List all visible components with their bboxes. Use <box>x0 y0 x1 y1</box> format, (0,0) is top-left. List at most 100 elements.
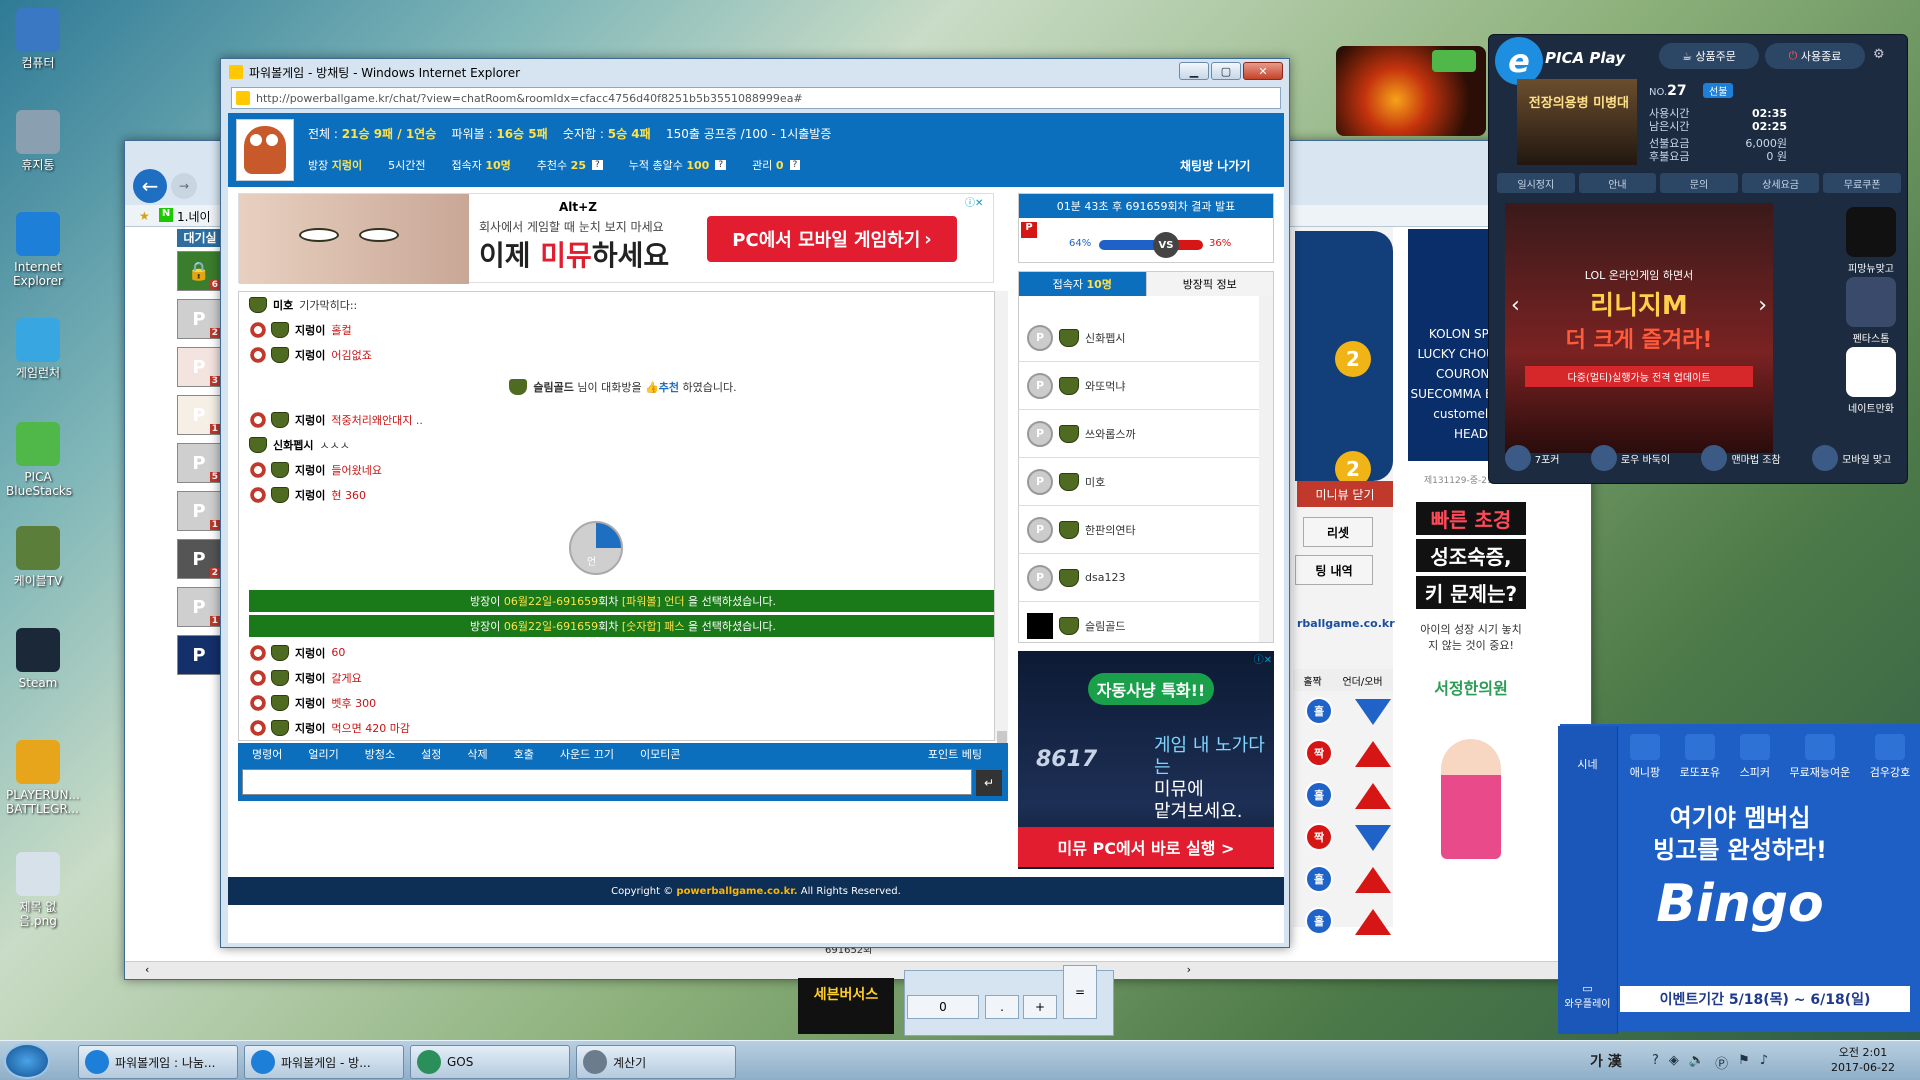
pica-nav-4[interactable]: 무료쿠폰 <box>1823 173 1901 193</box>
clock[interactable]: 오전 2:01 2017-06-22 <box>1818 1045 1908 1075</box>
shortcut-1[interactable]: 로또포유 <box>1680 734 1720 784</box>
desktop-recycle-bin-shortcut[interactable]: 휴지통 <box>6 110 70 172</box>
chat-username[interactable]: 미호 <box>273 297 293 313</box>
pc-mobile-game-button[interactable]: PC에서 모바일 게임하기 › <box>707 216 957 262</box>
run-on-pc-button[interactable]: 미뮤 PC에서 바로 실행 > <box>1018 827 1274 867</box>
chat-username[interactable]: 지렁이 <box>295 322 325 338</box>
room-tile[interactable]: P <box>177 635 221 675</box>
calc-key-plus[interactable]: + <box>1023 995 1057 1019</box>
pica-tray-icon[interactable]: Ⓟ <box>1715 1053 1728 1072</box>
powerball-chat-popup[interactable]: 파워볼게임 - 방채팅 - Windows Internet Explorer … <box>220 58 1290 948</box>
room-tile[interactable]: P2 <box>177 539 221 579</box>
help-icon[interactable]: ? <box>789 160 801 170</box>
user-list-item[interactable]: P 한판의연타 <box>1019 506 1273 554</box>
calculator-window[interactable]: 0 . + = <box>904 965 1114 1036</box>
taskbar-item[interactable]: GOS <box>410 1045 570 1079</box>
shortcut-4[interactable]: 검우강호 <box>1870 734 1910 784</box>
user-list-item[interactable]: P 와또먹냐 <box>1019 362 1273 410</box>
site-link[interactable]: rballgame.co.kr <box>1297 617 1395 630</box>
pica-nav-3[interactable]: 상세요금 <box>1741 173 1820 193</box>
chevron-right-icon[interactable]: › <box>1758 293 1767 318</box>
chat-messages[interactable]: 미호 기가막히다:: 지렁이 홀컬 지렁이 어김없죠 슬림골드 님이 대화방을 👍 추천 하… <box>238 291 1008 741</box>
maximize-button[interactable]: ▢ <box>1211 62 1241 80</box>
mimu-bottom-ad[interactable]: 자동사냥 특화!! 8617 게임 내 노가다는 미뮤에 맡겨보세요. 미뮤 P… <box>1018 651 1274 869</box>
chat-menu-item[interactable]: 이모티콘 <box>640 746 680 762</box>
pica-game-0[interactable]: 7포커 <box>1504 445 1559 471</box>
chat-username[interactable]: 지렁이 <box>295 720 325 736</box>
chat-scrollbar[interactable] <box>994 291 1008 801</box>
room-tile[interactable]: P1 <box>177 587 221 627</box>
chevron-left-icon[interactable]: ‹ <box>1511 293 1520 318</box>
gear-icon[interactable]: ⚙ <box>1873 47 1885 62</box>
user-list-item[interactable]: P 쓰와롭스까 <box>1019 410 1273 458</box>
volume-icon[interactable]: 🔈 <box>1689 1053 1705 1072</box>
chat-menu-item[interactable]: 명령어 <box>252 746 282 762</box>
chat-username[interactable]: 지렁이 <box>295 695 325 711</box>
pica-game-1[interactable]: 로우 바둑이 <box>1590 445 1670 471</box>
calc-key-dot[interactable]: . <box>985 995 1019 1019</box>
chat-username[interactable]: 지렁이 <box>295 487 325 503</box>
lineage-m-banner[interactable]: LOL 온라인게임 하면서 리니지M 더 크게 즐겨라! 다중(멀티)실행가능 … <box>1505 203 1773 453</box>
game-thumbnail[interactable] <box>1336 46 1486 136</box>
pica-game-3[interactable]: 모바일 맞고 <box>1812 445 1891 471</box>
chat-username[interactable]: 지렁이 <box>295 347 325 363</box>
wow-play-label[interactable]: 와우플레이 <box>1558 995 1617 1010</box>
send-icon[interactable]: ↵ <box>976 770 1002 796</box>
pica-nav-0[interactable]: 일시정지 <box>1497 173 1575 193</box>
clinic-ad[interactable]: 제131129-중-21318호 빠른 초경 성조숙증, 키 문제는? 아이의 성장… <box>1408 469 1534 919</box>
adchoices-icon[interactable]: ⓘ✕ <box>1254 651 1272 666</box>
shortcut-2[interactable]: 스피커 <box>1740 734 1770 784</box>
desktop-bluestacks-shortcut[interactable]: PICA BlueStacks <box>6 422 72 498</box>
tab-users[interactable]: 접속자 10명 <box>1019 272 1146 296</box>
desktop-image-file-shortcut[interactable]: 제목 없음.png <box>6 852 70 928</box>
favorites-icon[interactable]: ★ <box>139 209 150 223</box>
shortcut-0[interactable]: 애니팡 <box>1630 734 1660 784</box>
pica-nav-1[interactable]: 안내 <box>1578 173 1657 193</box>
taskbar-item[interactable]: 계산기 <box>576 1045 736 1079</box>
pica-play-panel[interactable]: e PICA Play ☕ 상품주문 ⏻ 사용종료 ⚙ 전장의용병 미병대 NO… <box>1488 34 1908 484</box>
pica-nav-2[interactable]: 문의 <box>1660 173 1738 193</box>
user-list-item[interactable]: Pdsa123 <box>1019 554 1273 602</box>
close-button[interactable]: ✕ <box>1243 62 1283 80</box>
reset-button[interactable]: 리셋 <box>1303 517 1373 547</box>
taskbar-item[interactable]: 파워볼게임 : 나눔... <box>78 1045 238 1079</box>
desktop-pubg-shortcut[interactable]: PLAYERUN... BATTLEGR... <box>6 740 80 816</box>
chat-menu-item[interactable]: 얼리기 <box>308 746 338 762</box>
help-icon[interactable]: ? <box>715 160 727 170</box>
side-toolbar[interactable]: 시네 ▭ 와우플레이 <box>1558 726 1618 1034</box>
tab-owner-pick-info[interactable]: 방장픽 정보 <box>1145 272 1273 296</box>
room-tile[interactable]: P1 <box>177 395 221 435</box>
room-tile[interactable]: P3 <box>177 347 221 387</box>
back-arrow-icon[interactable]: ← <box>133 169 167 203</box>
help-icon[interactable]: ? <box>591 160 603 170</box>
owner-name[interactable]: 지렁이 <box>332 157 362 173</box>
exit-room-button[interactable]: 채팅방 나가기 <box>1180 157 1250 174</box>
pica-side-1[interactable]: 펜타스톰 <box>1841 277 1901 345</box>
user-list-item[interactable]: P 미호 <box>1019 458 1273 506</box>
help-icon[interactable]: ? <box>1652 1053 1659 1072</box>
chat-username[interactable]: 지렁이 <box>295 462 325 478</box>
chat-menu-item[interactable]: 삭제 <box>467 746 487 762</box>
game-banner[interactable]: 전장의용병 미병대 <box>1517 79 1637 165</box>
shortcut-3[interactable]: 무료재능여운 <box>1789 734 1850 784</box>
pica-game-2[interactable]: 맨마법 조참 <box>1701 445 1781 471</box>
user-list-scrollbar[interactable] <box>1259 296 1273 642</box>
pica-side-2[interactable]: 네이트만화 <box>1841 347 1901 415</box>
network-icon[interactable]: ◈ <box>1669 1053 1679 1072</box>
quit-button[interactable]: ⏻ 사용종료 <box>1765 43 1865 69</box>
chat-username[interactable]: 지렁이 <box>295 645 325 661</box>
horizontal-scrollbar[interactable]: ‹ › <box>125 961 1591 979</box>
chat-menu-item[interactable]: 사운드 끄기 <box>560 746 614 762</box>
mimu-top-ad[interactable]: Alt+Z 회사에서 게임할 때 눈치 보지 마세요 이제 미뮤하세요 PC에서… <box>238 193 994 284</box>
room-tile[interactable]: P1 <box>177 491 221 531</box>
desktop-cloud-shortcut[interactable]: 게임런처 <box>6 318 70 380</box>
chat-username[interactable]: 지렁이 <box>295 670 325 686</box>
user-list-item[interactable]: P 신화펩시 <box>1019 314 1273 362</box>
chat-username[interactable]: 지렁이 <box>295 412 325 428</box>
taskbar-item[interactable]: 파워볼게임 - 방... <box>244 1045 404 1079</box>
chat-input[interactable] <box>242 769 972 795</box>
pica-side-0[interactable]: 피망뉴맞고 <box>1841 207 1901 275</box>
point-bet-button[interactable]: 포인트 베팅 <box>928 746 982 762</box>
chat-menu-item[interactable]: 설정 <box>421 746 441 762</box>
adchoices-icon[interactable]: ⓘ✕ <box>965 194 983 209</box>
